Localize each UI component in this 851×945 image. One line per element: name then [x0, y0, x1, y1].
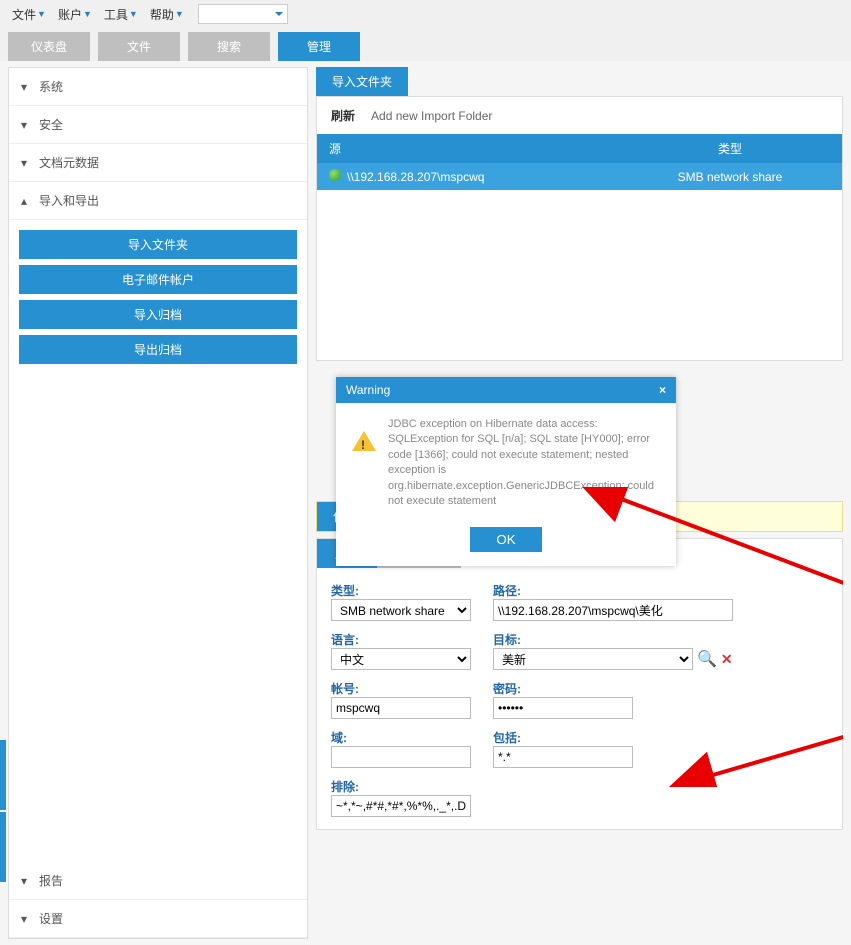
label-include: 包括:	[493, 727, 828, 746]
add-import-folder-link[interactable]: Add new Import Folder	[371, 109, 492, 123]
menu-help[interactable]: 帮助▼	[146, 4, 188, 25]
dialog-message: JDBC exception on Hibernate data access:…	[388, 417, 660, 509]
chevron-down-icon: ▾	[21, 912, 31, 926]
dialog-title: Warning	[346, 383, 390, 397]
list-row[interactable]: \\192.168.28.207\mspcwq SMB network shar…	[317, 163, 842, 190]
field-domain[interactable]	[331, 746, 471, 768]
sidebar-item-system[interactable]: ▾系统	[9, 68, 307, 106]
chevron-down-icon: ▼	[37, 9, 46, 19]
main-tabbar: 仪表盘 文件 搜索 管理	[0, 28, 851, 61]
tab-dashboard[interactable]: 仪表盘	[8, 32, 90, 61]
label-password: 密码:	[493, 678, 828, 697]
label-account: 帐号:	[331, 678, 481, 697]
sidebar-submenu: 导入文件夹 电子邮件帐户 导入归档 导出归档	[9, 220, 307, 374]
chevron-down-icon: ▾	[21, 156, 31, 170]
label-exclude: 排除:	[331, 776, 828, 795]
subbtn-import-archive[interactable]: 导入归档	[19, 300, 297, 329]
search-icon[interactable]: 🔍	[697, 649, 717, 669]
field-password[interactable]	[493, 697, 633, 719]
edge-tab-1[interactable]	[0, 740, 6, 810]
refresh-button[interactable]: 刷新	[331, 107, 355, 124]
sidebar-item-docmeta[interactable]: ▾文档元数据	[9, 144, 307, 182]
label-type: 类型:	[331, 580, 481, 599]
label-domain: 域:	[331, 727, 481, 746]
sidebar-item-importexport[interactable]: ▴导入和导出	[9, 182, 307, 220]
menu-file[interactable]: 文件▼	[8, 4, 50, 25]
subbtn-email-account[interactable]: 电子邮件帐户	[19, 265, 297, 294]
tab-files[interactable]: 文件	[98, 32, 180, 61]
warning-icon	[352, 419, 376, 451]
label-path: 路径:	[493, 580, 828, 599]
menubar-select[interactable]	[198, 4, 288, 24]
list-header: 源 类型	[317, 134, 842, 163]
subbtn-export-archive[interactable]: 导出归档	[19, 335, 297, 364]
subbtn-import-folder[interactable]: 导入文件夹	[19, 230, 297, 259]
chevron-down-icon: ▼	[83, 9, 92, 19]
col-header-type: 类型	[630, 140, 830, 157]
field-include[interactable]	[493, 746, 633, 768]
col-header-source: 源	[329, 140, 630, 157]
globe-icon	[329, 169, 341, 181]
rightpane: 导入文件夹 刷新 Add new Import Folder 源 类型 \\19…	[316, 67, 843, 939]
properties-box: 属性 扩展属性 类型: SMB network share 路径: 语言: 中文…	[316, 538, 843, 830]
tab-admin[interactable]: 管理	[278, 32, 360, 61]
sidebar: ▾系统 ▾安全 ▾文档元数据 ▴导入和导出 导入文件夹 电子邮件帐户 导入归档 …	[8, 67, 308, 939]
warning-dialog: Warning × JDBC exception on Hibernate da…	[336, 377, 676, 566]
tab-search[interactable]: 搜索	[188, 32, 270, 61]
edge-tab-2[interactable]	[0, 812, 6, 882]
label-lang: 语言:	[331, 629, 481, 648]
field-lang[interactable]: 中文	[331, 648, 471, 670]
menu-tools[interactable]: 工具▼	[100, 4, 142, 25]
chevron-down-icon: ▼	[175, 9, 184, 19]
field-account[interactable]	[331, 697, 471, 719]
chevron-down-icon: ▼	[129, 9, 138, 19]
clear-icon[interactable]: ✕	[721, 651, 733, 668]
chevron-down-icon: ▾	[21, 874, 31, 888]
menubar: 文件▼ 账户▼ 工具▼ 帮助▼	[0, 0, 851, 28]
chevron-up-icon: ▴	[21, 194, 31, 208]
sidebar-item-security[interactable]: ▾安全	[9, 106, 307, 144]
menu-account[interactable]: 账户▼	[54, 4, 96, 25]
field-exclude[interactable]	[331, 795, 471, 817]
field-target[interactable]: 美新	[493, 648, 693, 670]
chevron-down-icon: ▾	[21, 80, 31, 94]
field-path[interactable]	[493, 599, 733, 621]
field-type[interactable]: SMB network share	[331, 599, 471, 621]
left-edge-tabs	[0, 740, 8, 884]
close-icon[interactable]: ×	[659, 383, 666, 397]
label-target: 目标:	[493, 629, 828, 648]
sidebar-item-report[interactable]: ▾报告	[9, 862, 307, 900]
sidebar-item-settings[interactable]: ▾设置	[9, 900, 307, 938]
panel-title-tab: 导入文件夹	[316, 67, 408, 96]
chevron-down-icon: ▾	[21, 118, 31, 132]
ok-button[interactable]: OK	[470, 527, 541, 552]
